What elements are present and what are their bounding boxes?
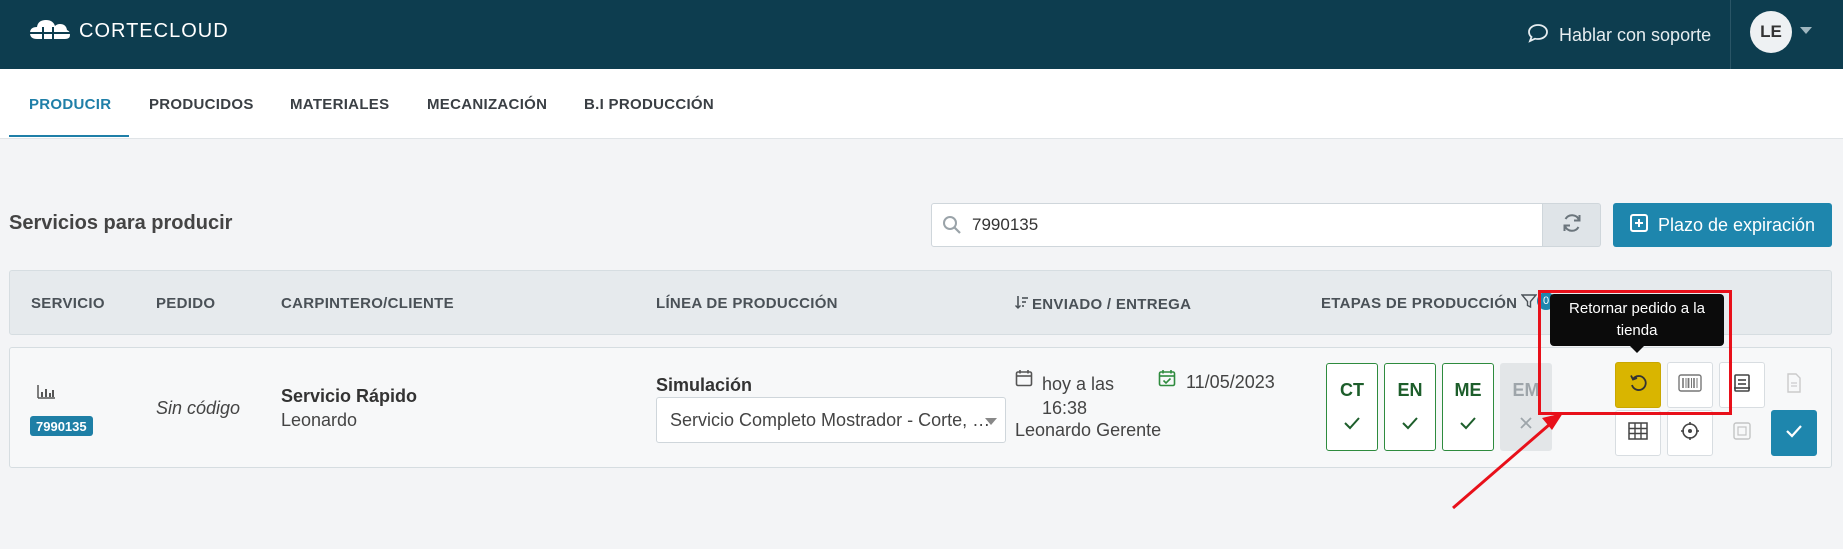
sent-time: hoy a las 16:38 [1042,374,1115,418]
tooltip-arrow [1629,345,1645,353]
filter-icon[interactable] [1520,293,1538,313]
tab-bar: PRODUCIR PRODUCIDOS MATERIALES MECANIZAC… [0,69,1843,139]
grid-icon [1628,421,1648,445]
tab-mecanizacion[interactable]: MECANIZACIÓN [427,69,547,139]
frame-icon [1733,421,1751,445]
stage-label: ME [1454,379,1482,400]
refresh-icon [1561,212,1583,239]
undo-icon [1628,373,1648,398]
service-code-badge[interactable]: 7990135 [30,416,93,436]
page-title: Servicios para producir [9,212,233,234]
expiration-label: Plazo de expiración [1657,214,1816,235]
report-button[interactable] [1719,362,1765,408]
refresh-button[interactable] [1543,203,1601,247]
column-header-servicio: SERVICIO [31,295,105,312]
tab-bi-produccion[interactable]: B.I PRODUCCIÓN [584,69,714,139]
confirm-button[interactable] [1771,410,1817,456]
tab-producidos[interactable]: PRODUCIDOS [149,69,254,139]
barcode-icon [1678,373,1702,397]
check-icon [1401,416,1419,435]
search-input[interactable] [972,215,1512,235]
cloud-logo-icon [29,17,71,46]
stage-en[interactable]: EN [1384,363,1436,451]
calendar-icon [1015,369,1033,392]
return-to-store-button[interactable] [1615,362,1661,408]
etapas-label: ETAPAS DE PRODUCCIÓN [1321,294,1518,312]
expiration-deadline-button[interactable]: Plazo de expiración [1613,203,1832,247]
user-avatar[interactable]: LE [1750,11,1792,53]
column-header-enviado[interactable]: ENVIADO / ENTREGA [1015,295,1191,313]
production-line-select[interactable]: Servicio Completo Mostrador - Corte, … [656,397,1006,443]
calendar-check-icon [1158,369,1176,392]
check-icon [1459,416,1477,435]
tab-materiales[interactable]: MATERIALES [290,69,389,139]
check-icon [1343,416,1361,435]
production-line-value: Servicio Completo Mostrador - Corte, … [670,409,991,430]
sort-icon [1015,295,1029,313]
column-header-linea: LÍNEA DE PRODUCCIÓN [656,295,838,312]
stage-label: CT [1340,379,1364,400]
search-icon [932,215,972,235]
header-divider [1730,0,1731,69]
sent-by: Leonardo Gerente [1015,420,1162,440]
logo[interactable]: CORTECLOUD [29,17,229,46]
order-code: Sin código [156,398,241,418]
x-icon [1519,416,1533,435]
delivery-date: 11/05/2023 [1186,372,1275,392]
brand-name: CORTECLOUD [79,20,229,42]
frame-button[interactable] [1719,410,1765,456]
client-contact: Leonardo [281,410,358,430]
support-label: Hablar con soporte [1559,24,1712,45]
file-icon [1786,372,1802,398]
tab-producir[interactable]: PRODUCIR [29,69,111,139]
gear-icon [1680,421,1700,446]
receipt-icon [1732,373,1752,398]
enviado-label: ENVIADO / ENTREGA [1032,295,1192,313]
table-row: 7990135 Sin código Servicio Rápido Leona… [9,347,1832,468]
stage-me[interactable]: ME [1442,363,1494,451]
chevron-down-icon [985,418,997,425]
stage-em[interactable]: EM [1500,363,1552,451]
stage-ct[interactable]: CT [1326,363,1378,451]
search-box [931,203,1543,247]
stage-label: EM [1512,379,1540,400]
table-view-button[interactable] [1615,410,1661,456]
chevron-down-icon[interactable] [1800,27,1812,34]
top-bar: CORTECLOUD Hablar con soporte LE [0,0,1843,69]
chat-bubble-icon [1527,23,1549,48]
plus-square-icon [1629,213,1648,237]
document-button[interactable] [1771,362,1817,408]
barcode-button[interactable] [1667,362,1713,408]
check-icon [1785,424,1803,443]
active-tab-indicator [9,135,129,137]
column-header-pedido: PEDIDO [156,295,216,312]
support-link[interactable]: Hablar con soporte [1527,20,1711,50]
settings-button[interactable] [1667,410,1713,456]
production-line-label: Simulación [656,375,753,395]
column-header-cliente: CARPINTERO/CLIENTE [281,295,454,312]
bar-chart-icon[interactable] [36,384,56,405]
stage-label: EN [1397,379,1423,400]
client-name: Servicio Rápido [281,386,418,406]
tooltip: Retornar pedido a la tienda [1550,294,1724,346]
column-header-etapas: ETAPAS DE PRODUCCIÓN [1321,293,1538,313]
